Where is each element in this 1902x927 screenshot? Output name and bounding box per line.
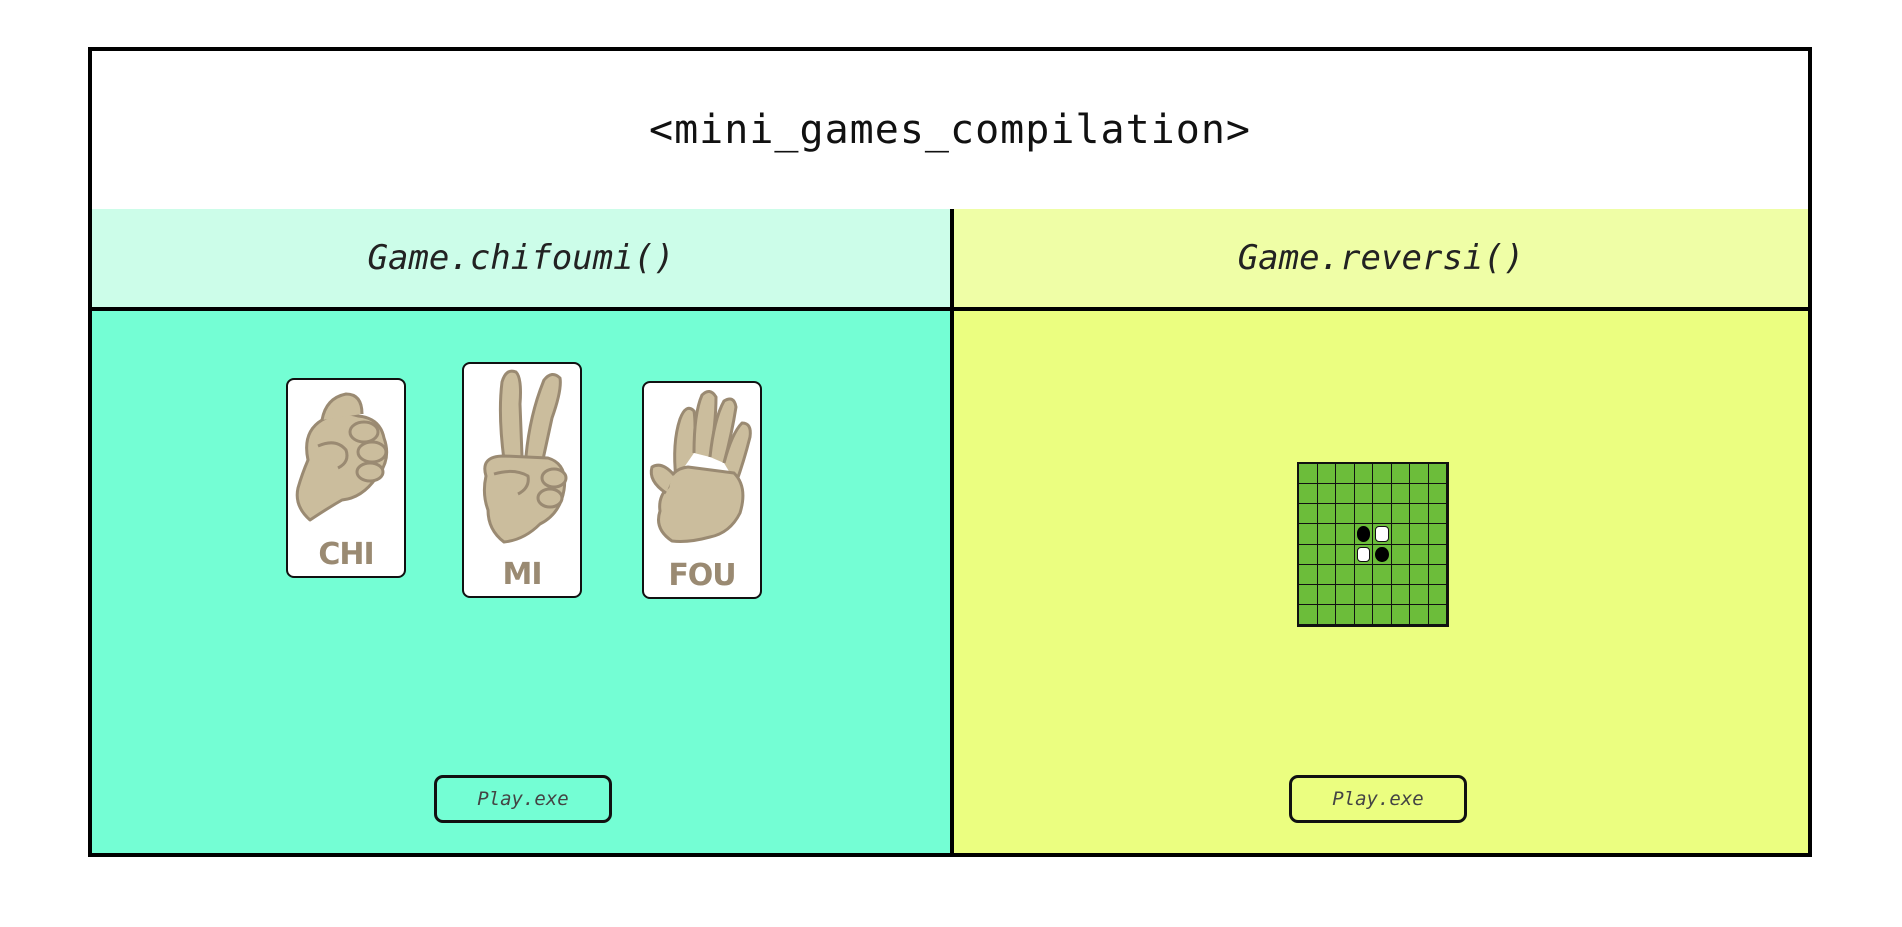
board-cell[interactable]	[1428, 484, 1447, 505]
board-cell[interactable]	[1354, 484, 1373, 505]
board-cell[interactable]	[1373, 524, 1392, 545]
board-cell[interactable]	[1410, 544, 1429, 565]
chifoumi-panel: Game.chifoumi() CHI MI FOU Play.exe	[92, 209, 954, 853]
board-cell[interactable]	[1317, 584, 1336, 605]
board-cell[interactable]	[1428, 504, 1447, 525]
title-bar: <mini_games_compilation>	[92, 51, 1808, 213]
board-cell[interactable]	[1354, 564, 1373, 585]
board-cell[interactable]	[1410, 564, 1429, 585]
board-cell[interactable]	[1373, 604, 1392, 625]
white-disc	[1375, 526, 1389, 542]
board-cell[interactable]	[1391, 544, 1410, 565]
board-cell[interactable]	[1410, 504, 1429, 525]
board-cell[interactable]	[1299, 544, 1318, 565]
board-cell[interactable]	[1428, 464, 1447, 485]
board-cell[interactable]	[1317, 564, 1336, 585]
board-cell[interactable]	[1410, 484, 1429, 505]
board-cell[interactable]	[1336, 524, 1355, 545]
chifoumi-body: CHI MI FOU Play.exe	[92, 311, 950, 853]
board-cell[interactable]	[1373, 464, 1392, 485]
board-cell[interactable]	[1317, 604, 1336, 625]
reversi-body: Play.exe	[954, 311, 1808, 853]
board-cell[interactable]	[1336, 564, 1355, 585]
board-cell[interactable]	[1354, 584, 1373, 605]
reversi-panel: Game.reversi() Play.exe	[954, 209, 1808, 853]
board-cell[interactable]	[1391, 564, 1410, 585]
board-cell[interactable]	[1317, 464, 1336, 485]
board-cell[interactable]	[1391, 504, 1410, 525]
card-label-mi: MI	[502, 557, 542, 592]
reversi-board[interactable]	[1297, 462, 1449, 627]
board-cell[interactable]	[1428, 604, 1447, 625]
board-cell[interactable]	[1428, 524, 1447, 545]
board-cell[interactable]	[1410, 584, 1429, 605]
board-cell[interactable]	[1317, 544, 1336, 565]
black-disc	[1375, 546, 1389, 562]
reversi-header: Game.reversi()	[954, 209, 1808, 311]
board-cell[interactable]	[1336, 484, 1355, 505]
board-cell[interactable]	[1354, 464, 1373, 485]
board-cell[interactable]	[1336, 504, 1355, 525]
scissors-hand-icon	[482, 369, 568, 544]
page-title: <mini_games_compilation>	[649, 107, 1251, 153]
board-cell[interactable]	[1354, 544, 1373, 565]
board-cell[interactable]	[1354, 504, 1373, 525]
white-disc	[1356, 546, 1370, 562]
card-mi: MI	[462, 362, 582, 598]
board-cell[interactable]	[1317, 524, 1336, 545]
card-label-fou: FOU	[668, 558, 736, 593]
board-cell[interactable]	[1373, 564, 1392, 585]
board-cell[interactable]	[1336, 604, 1355, 625]
board-cell[interactable]	[1299, 464, 1318, 485]
board-cell[interactable]	[1299, 524, 1318, 545]
board-cell[interactable]	[1373, 584, 1392, 605]
paper-hand-icon	[649, 390, 752, 543]
board-cell[interactable]	[1428, 564, 1447, 585]
main-frame: <mini_games_compilation> Game.chifoumi()…	[88, 47, 1812, 857]
board-cell[interactable]	[1299, 564, 1318, 585]
board-cell[interactable]	[1299, 584, 1318, 605]
chifoumi-play-button[interactable]: Play.exe	[434, 775, 612, 823]
board-cell[interactable]	[1391, 584, 1410, 605]
board-cell[interactable]	[1354, 604, 1373, 625]
board-cell[interactable]	[1391, 464, 1410, 485]
board-cell[interactable]	[1428, 584, 1447, 605]
board-cell[interactable]	[1299, 504, 1318, 525]
chifoumi-header: Game.chifoumi()	[92, 209, 950, 311]
board-cell[interactable]	[1299, 604, 1318, 625]
rock-fist-icon	[295, 392, 389, 522]
board-cell[interactable]	[1410, 604, 1429, 625]
board-cell[interactable]	[1391, 524, 1410, 545]
card-label-chi: CHI	[318, 537, 374, 572]
board-cell[interactable]	[1336, 464, 1355, 485]
board-cell[interactable]	[1317, 484, 1336, 505]
board-cell[interactable]	[1373, 484, 1392, 505]
board-cell[interactable]	[1391, 604, 1410, 625]
board-cell[interactable]	[1299, 484, 1318, 505]
board-cell[interactable]	[1428, 544, 1447, 565]
board-cell[interactable]	[1373, 544, 1392, 565]
board-cell[interactable]	[1391, 484, 1410, 505]
board-cell[interactable]	[1373, 504, 1392, 525]
board-cell[interactable]	[1354, 524, 1373, 545]
board-cell[interactable]	[1336, 544, 1355, 565]
reversi-play-button[interactable]: Play.exe	[1289, 775, 1467, 823]
card-chi: CHI	[286, 378, 406, 578]
board-cell[interactable]	[1410, 524, 1429, 545]
board-cell[interactable]	[1317, 504, 1336, 525]
black-disc	[1356, 526, 1370, 542]
board-cell[interactable]	[1336, 584, 1355, 605]
board-cell[interactable]	[1410, 464, 1429, 485]
card-fou: FOU	[642, 381, 762, 599]
